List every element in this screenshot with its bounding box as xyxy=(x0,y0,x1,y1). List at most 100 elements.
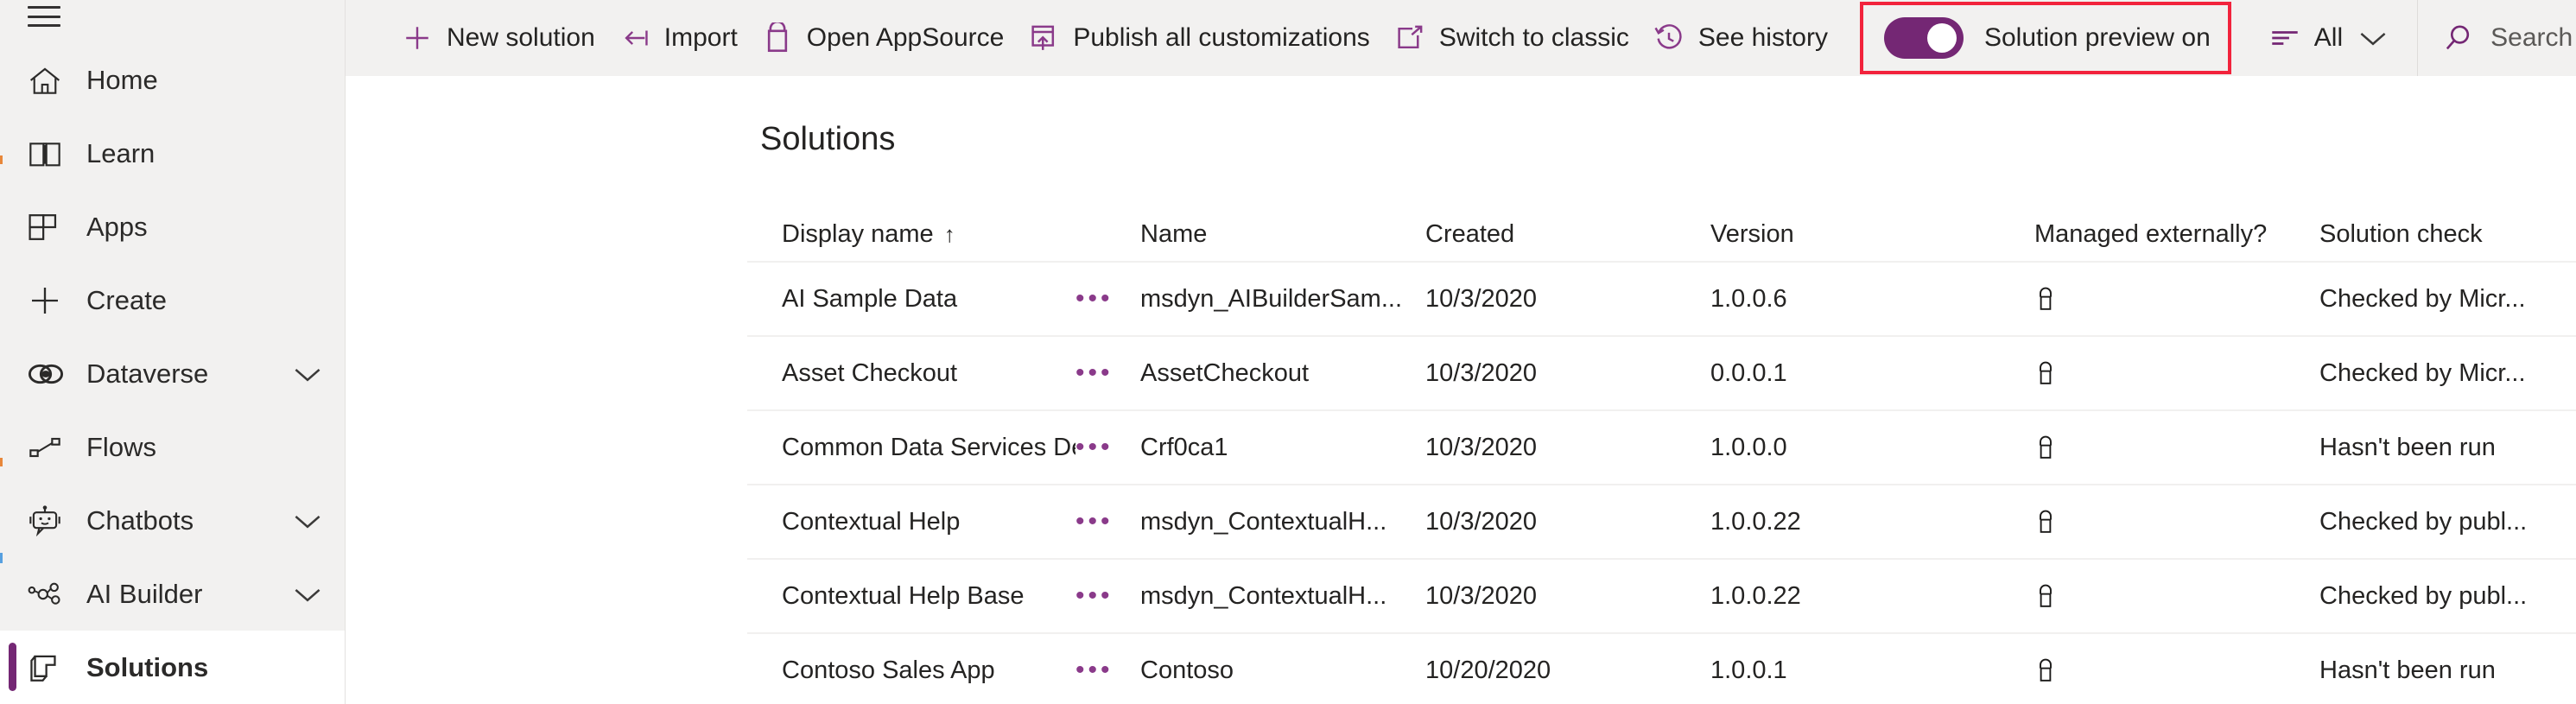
cell-display-name[interactable]: Contextual Help Base xyxy=(747,582,1075,611)
cell-created: 10/3/2020 xyxy=(1425,284,1538,313)
cell-managed-externally xyxy=(2034,583,2319,609)
sidebar-item-create[interactable]: Create xyxy=(0,263,345,337)
sidebar-item-solutions[interactable]: Solutions xyxy=(0,631,345,704)
cell-display-name[interactable]: Contoso Sales App xyxy=(747,656,1075,685)
row-context-menu-button[interactable]: ••• xyxy=(1075,284,1140,314)
sidebar-item-ai-builder[interactable]: AI Builder xyxy=(0,557,345,631)
cell-created: 10/3/2020 xyxy=(1425,507,1538,536)
column-header-solution-check[interactable]: Solution check xyxy=(2319,220,2576,249)
table-row[interactable]: Contextual Help ••• msdyn_ContextualH...… xyxy=(747,484,2576,558)
cell-managed-externally xyxy=(2034,657,2319,683)
publish-all-customizations-button[interactable]: Publish all customizations xyxy=(1015,0,1381,76)
sidebar-nav-list: Home Learn Apps Create Dataverse Flows C… xyxy=(0,33,345,704)
cell-display-name[interactable]: Contextual Help xyxy=(747,508,1075,536)
sidebar-item-label: Dataverse xyxy=(86,358,209,389)
command-bar: New solution Import Open AppSource Publi… xyxy=(346,0,2576,76)
cell-solution-check: Checked by Micr... xyxy=(2319,358,2526,387)
command-label: New solution xyxy=(447,23,595,52)
toggle-switch-knob xyxy=(1926,23,1957,53)
cell-display-name[interactable]: Common Data Services Default Solution xyxy=(747,434,1075,462)
cell-name: AssetCheckout xyxy=(1140,358,1310,387)
cell-managed-externally xyxy=(2034,360,2319,386)
search-icon xyxy=(2444,23,2473,53)
publish-upload-icon xyxy=(1026,21,1061,55)
apps-grid-icon xyxy=(28,210,67,244)
row-context-menu-button[interactable]: ••• xyxy=(1075,656,1140,685)
ai-builder-icon xyxy=(28,577,67,612)
column-header-managed-externally[interactable]: Managed externally? xyxy=(2034,220,2319,249)
chevron-down-icon[interactable] xyxy=(2358,29,2388,48)
hamburger-menu-icon xyxy=(28,6,60,27)
command-label: Import xyxy=(663,23,738,52)
table-row[interactable]: AI Sample Data ••• msdyn_AIBuilderSam...… xyxy=(747,261,2576,335)
lock-icon xyxy=(2034,583,2319,609)
sidebar-item-chatbots[interactable]: Chatbots xyxy=(0,484,345,557)
sidebar-item-label: Chatbots xyxy=(86,504,194,536)
cell-version: 1.0.0.0 xyxy=(1710,433,1787,461)
shopping-bag-icon xyxy=(760,21,795,55)
chevron-down-icon[interactable] xyxy=(293,511,322,530)
toggle-switch-track[interactable] xyxy=(1883,17,1964,59)
solution-preview-toggle-label: Solution preview on xyxy=(1983,23,2211,52)
command-label: Open AppSource xyxy=(806,23,1005,52)
solution-preview-toggle[interactable]: Solution preview on xyxy=(1859,2,2231,74)
solutions-table: Display name ↑ Name Created Version Manag… xyxy=(747,207,2576,704)
sidebar-item-flows[interactable]: Flows xyxy=(0,410,345,484)
column-header-created[interactable]: Created xyxy=(1425,220,1710,249)
sidebar-item-label: Home xyxy=(86,64,158,95)
view-filter-label: All xyxy=(2313,23,2344,52)
cell-display-name[interactable]: AI Sample Data xyxy=(747,285,1075,314)
flows-icon xyxy=(28,430,67,465)
search-box[interactable]: Search xyxy=(2418,0,2576,76)
cell-name: msdyn_AIBuilderSam... xyxy=(1140,284,1403,313)
chevron-down-icon[interactable] xyxy=(293,365,322,384)
power-apps-maker-portal: Home Learn Apps Create Dataverse Flows C… xyxy=(0,0,2576,704)
view-filter-dropdown[interactable]: All xyxy=(2256,0,2402,76)
dataverse-icon xyxy=(28,357,67,391)
table-row[interactable]: Asset Checkout ••• AssetCheckout 10/3/20… xyxy=(747,335,2576,409)
import-arrow-icon xyxy=(618,21,652,55)
column-header-name[interactable]: Name xyxy=(1140,220,1425,249)
sidebar-item-learn[interactable]: Learn xyxy=(0,117,345,190)
switch-to-classic-button[interactable]: Switch to classic xyxy=(1381,0,1640,76)
cell-managed-externally xyxy=(2034,434,2319,460)
home-icon xyxy=(28,63,67,98)
cell-name: msdyn_ContextualH... xyxy=(1140,581,1387,610)
left-navigation-sidebar: Home Learn Apps Create Dataverse Flows C… xyxy=(0,0,346,704)
cell-version: 1.0.0.1 xyxy=(1710,656,1787,684)
cell-version: 0.0.0.1 xyxy=(1710,358,1787,387)
sidebar-item-apps[interactable]: Apps xyxy=(0,190,345,263)
row-context-menu-button[interactable]: ••• xyxy=(1075,507,1140,536)
cell-created: 10/20/2020 xyxy=(1425,656,1551,684)
table-row[interactable]: Common Data Services Default Solution ••… xyxy=(747,409,2576,484)
table-row[interactable]: Contextual Help Base ••• msdyn_Contextua… xyxy=(747,558,2576,632)
see-history-button[interactable]: See history xyxy=(1640,0,1839,76)
sidebar-item-label: Flows xyxy=(86,431,156,462)
cell-created: 10/3/2020 xyxy=(1425,358,1538,387)
open-appsource-button[interactable]: Open AppSource xyxy=(749,0,1016,76)
column-header-display-name[interactable]: Display name ↑ xyxy=(747,220,1075,249)
table-row[interactable]: Contoso Sales App ••• Contoso 10/20/2020… xyxy=(747,632,2576,704)
hamburger-menu-button[interactable] xyxy=(0,0,345,33)
sidebar-item-label: Learn xyxy=(86,137,155,168)
column-header-version[interactable]: Version xyxy=(1710,220,2034,249)
cell-display-name[interactable]: Asset Checkout xyxy=(747,359,1075,388)
sidebar-item-home[interactable]: Home xyxy=(0,43,345,117)
page-title: Solutions xyxy=(760,121,896,157)
plus-icon xyxy=(400,21,435,55)
chatbot-icon xyxy=(28,504,67,538)
sidebar-item-label: Apps xyxy=(86,211,148,242)
command-label: Publish all customizations xyxy=(1073,23,1370,52)
lock-icon xyxy=(2034,509,2319,535)
chevron-down-icon[interactable] xyxy=(293,585,322,604)
sidebar-item-dataverse[interactable]: Dataverse xyxy=(0,337,345,410)
new-solution-button[interactable]: New solution xyxy=(389,0,606,76)
cell-version: 1.0.0.6 xyxy=(1710,284,1787,313)
row-context-menu-button[interactable]: ••• xyxy=(1075,433,1140,462)
row-context-menu-button[interactable]: ••• xyxy=(1075,358,1140,388)
import-button[interactable]: Import xyxy=(606,0,749,76)
row-context-menu-button[interactable]: ••• xyxy=(1075,581,1140,611)
cell-solution-check: Checked by publ... xyxy=(2319,581,2528,610)
lock-icon xyxy=(2034,286,2319,312)
cell-solution-check: Checked by Micr... xyxy=(2319,284,2526,313)
